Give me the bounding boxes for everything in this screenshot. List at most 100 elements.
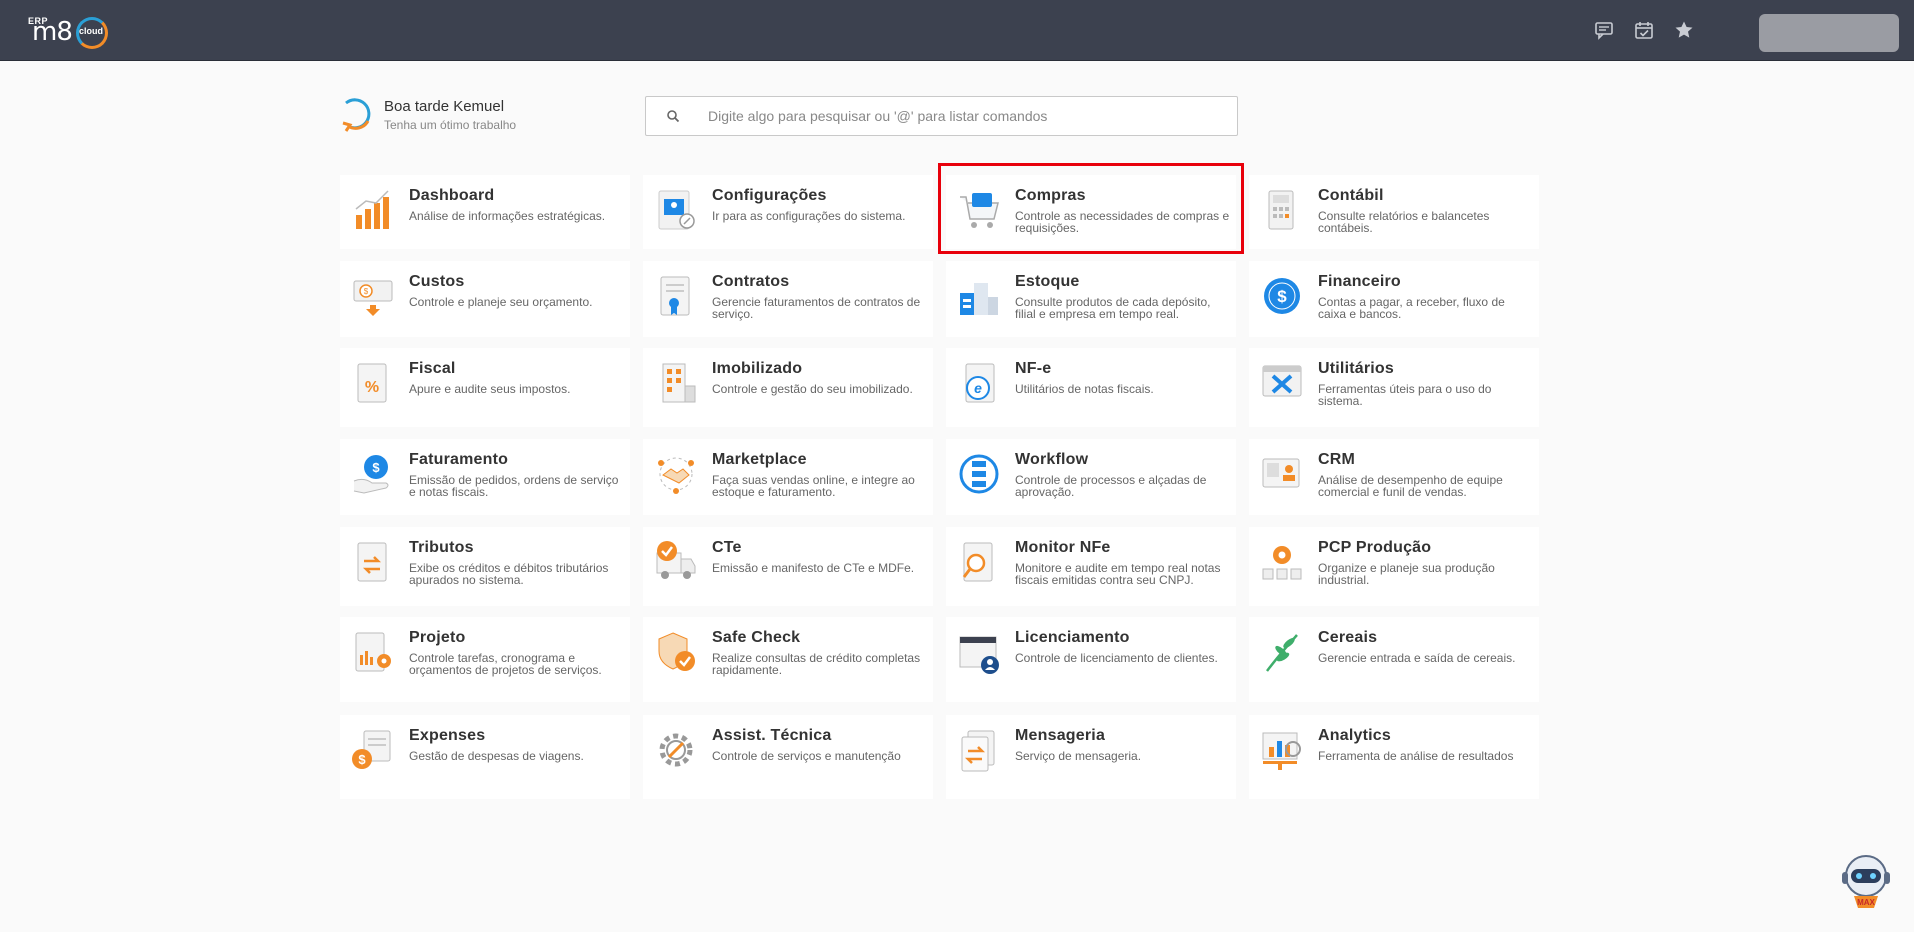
top-bar: ERP m8 cloud <box>0 0 1914 61</box>
module-description: Faça suas vendas online, e integre ao es… <box>712 473 915 499</box>
module-description: Monitore e audite em tempo real notas fi… <box>1015 561 1221 587</box>
module-tile-licenciamento[interactable]: Licenciamento Controle de licenciamento d… <box>946 617 1236 702</box>
greeting: Boa tarde Kemuel Tenha um ótimo trabalho <box>340 95 600 135</box>
module-description: Controle de processos e alçadas de aprov… <box>1015 473 1207 499</box>
module-tile-crm[interactable]: CRM Análise de desempenho de equipe comer… <box>1249 439 1539 515</box>
cart-icon <box>960 193 999 228</box>
module-tile-dashboard[interactable]: Dashboard Análise de informações estratég… <box>340 175 630 249</box>
module-name: Utilitários <box>1318 360 1394 377</box>
top-icons <box>1594 20 1694 40</box>
tools-icon <box>1262 365 1302 397</box>
module-name: Expenses <box>409 727 486 744</box>
calendar-icon[interactable] <box>1634 20 1654 40</box>
svg-text:$: $ <box>358 752 366 767</box>
search-box[interactable]: Digite algo para pesquisar ou '@' para l… <box>645 96 1238 136</box>
module-tile-fiscal[interactable]: % Fiscal Apure e audite seus impostos. <box>340 348 630 427</box>
module-name: Financeiro <box>1318 273 1401 290</box>
module-description: Serviço de mensageria. <box>1015 749 1142 763</box>
module-tile-assist-tecnica[interactable]: Assist. Técnica Controle de serviços e ma… <box>643 715 933 799</box>
svg-text:$: $ <box>372 460 380 475</box>
module-description: Análise de informações estratégicas. <box>409 209 606 223</box>
gear-icon <box>659 733 693 767</box>
crm-icon <box>1262 458 1300 488</box>
module-name: Faturamento <box>409 451 509 468</box>
module-tile-cereais[interactable]: Cereais Gerencie entrada e saída de cerea… <box>1249 617 1539 702</box>
module-tile-financeiro[interactable]: $ Financeiro Contas a pagar, a receber, fl… <box>1249 261 1539 337</box>
dollar-icon: $ <box>1264 278 1300 314</box>
workflow-icon <box>959 454 999 494</box>
search-input[interactable]: Digite algo para pesquisar ou '@' para l… <box>708 108 1047 124</box>
module-description: Consulte relatórios e balancetes contábe… <box>1318 209 1490 235</box>
module-tile-monitor-nfe[interactable]: Monitor NFe Monitore e audite em tempo re… <box>946 527 1236 606</box>
analytics-icon <box>1262 732 1301 770</box>
module-description: Controle e gestão do seu imobilizado. <box>712 382 913 396</box>
module-tile-safe-check[interactable]: Safe Check Realize consultas de crédito c… <box>643 617 933 702</box>
chat-icon[interactable] <box>1594 20 1614 40</box>
max-label: MAX <box>1857 898 1875 907</box>
contract-icon <box>660 276 690 316</box>
svg-text:$: $ <box>364 287 369 296</box>
user-menu-button[interactable] <box>1759 14 1899 52</box>
module-name: Contratos <box>712 273 790 290</box>
project-icon <box>355 632 391 672</box>
building-icon <box>662 363 696 403</box>
logo-m8-text: m8 <box>32 17 73 47</box>
module-tile-nf-e[interactable]: e NF-e Utilitários de notas fiscais. <box>946 348 1236 427</box>
nfe-icon: e <box>965 363 995 403</box>
module-description: Exibe os créditos e débitos tributários … <box>409 561 609 587</box>
module-description: Controle as necessidades de compras e re… <box>1015 209 1230 235</box>
module-name: Marketplace <box>712 451 807 468</box>
m8-cloud-logo[interactable]: ERP m8 cloud <box>24 12 116 52</box>
star-icon[interactable] <box>1674 20 1694 40</box>
module-description: Emissão e manifesto de CTe e MDFe. <box>712 561 915 575</box>
module-description: Ir para as configurações do sistema. <box>712 209 906 223</box>
module-tile-compras[interactable]: Compras Controle as necessidades de compr… <box>946 175 1236 249</box>
svg-text:$: $ <box>1277 287 1287 306</box>
greeting-logo-icon <box>342 98 371 132</box>
module-tile-mensageria[interactable]: Mensageria Serviço de mensageria. <box>946 715 1236 799</box>
module-description: Ferramentas úteis para o uso do sistema. <box>1318 382 1492 408</box>
module-description: Utilitários de notas fiscais. <box>1015 382 1154 396</box>
module-name: Estoque <box>1015 273 1080 290</box>
module-tile-analytics[interactable]: Analytics Ferramenta de análise de result… <box>1249 715 1539 799</box>
module-name: Dashboard <box>409 187 495 204</box>
shield-check-icon <box>658 632 695 671</box>
module-tile-marketplace[interactable]: Marketplace Faça suas vendas online, e in… <box>643 439 933 515</box>
module-description: Controle de licenciamento de clientes. <box>1015 651 1218 665</box>
module-tile-estoque[interactable]: Estoque Consulte produtos de cada depósit… <box>946 261 1236 337</box>
license-icon <box>959 636 999 674</box>
module-name: PCP Produção <box>1318 539 1432 556</box>
module-name: Tributos <box>409 539 474 556</box>
module-tile-contabil[interactable]: Contábil Consulte relatórios e balancetes… <box>1249 175 1539 249</box>
module-tile-faturamento[interactable]: $ Faturamento Emissão de pedidos, ordens d… <box>340 439 630 515</box>
module-name: Workflow <box>1015 451 1089 468</box>
module-tile-workflow[interactable]: Workflow Controle de processos e alçadas … <box>946 439 1236 515</box>
percent-icon: % <box>357 363 387 403</box>
module-description: Contas a pagar, a receber, fluxo de caix… <box>1318 295 1505 321</box>
module-tile-utilitarios[interactable]: Utilitários Ferramentas úteis para o uso … <box>1249 348 1539 427</box>
module-tile-projeto[interactable]: Projeto Controle tarefas, cronograma e or… <box>340 617 630 702</box>
module-tile-configuracoes[interactable]: Configurações Ir para as configurações do… <box>643 175 933 249</box>
module-tile-contratos[interactable]: Contratos Gerencie faturamentos de contra… <box>643 261 933 337</box>
search-icon <box>667 110 680 123</box>
max-assistant-icon[interactable]: MAX <box>1838 852 1894 912</box>
module-description: Consulte produtos de cada depósito, fili… <box>1015 295 1211 321</box>
module-name: Safe Check <box>712 629 801 646</box>
module-tile-pcp-producao[interactable]: PCP Produção Organize e planeje sua produ… <box>1249 527 1539 606</box>
svg-text:e: e <box>974 380 982 396</box>
module-name: Analytics <box>1318 727 1391 744</box>
greeting-title: Boa tarde Kemuel <box>384 98 505 115</box>
module-tile-tributos[interactable]: Tributos Exibe os créditos e débitos trib… <box>340 527 630 606</box>
truck-icon <box>656 541 696 579</box>
svg-text:%: % <box>365 379 379 396</box>
module-name: CTe <box>712 539 742 556</box>
module-name: Fiscal <box>409 360 456 377</box>
module-description: Gerencie entrada e saída de cereais. <box>1318 651 1516 665</box>
settings-icon <box>658 190 695 230</box>
module-tile-imobilizado[interactable]: Imobilizado Controle e gestão do seu imob… <box>643 348 933 427</box>
module-name: Mensageria <box>1015 727 1106 744</box>
module-tile-expenses[interactable]: $ Expenses Gestão de despesas de viagens. <box>340 715 630 799</box>
module-tile-custos[interactable]: $ Custos Controle e planeje seu orçamento. <box>340 261 630 337</box>
module-tile-cte[interactable]: CTe Emissão e manifesto de CTe e MDFe. <box>643 527 933 606</box>
tax-icon <box>357 542 387 582</box>
